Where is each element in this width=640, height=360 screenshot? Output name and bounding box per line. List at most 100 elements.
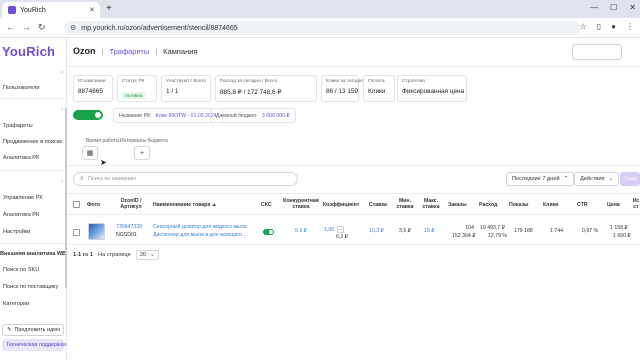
col-max-bid[interactable]: Макс. ставка — [419, 198, 443, 211]
breadcrumb-stencils[interactable]: Трафареты — [109, 47, 149, 56]
url-field[interactable]: ⚙ mp.yourich.ru/ozon/advertisement/stenc… — [64, 21, 580, 35]
bookmark-star-icon[interactable]: ☆ — [580, 22, 587, 31]
sidebar-item-supplier-search[interactable]: Поиск по поставщику — [3, 284, 58, 290]
col-orders[interactable]: Заказы — [448, 202, 467, 208]
profile-icon[interactable]: ● — [611, 22, 616, 31]
per-page-label: На странице — [98, 252, 131, 258]
row-divider — [67, 244, 640, 245]
sidebar-item-stencils[interactable]: Трафареты — [3, 123, 33, 129]
select-all-checkbox[interactable] — [73, 201, 80, 208]
new-tab-button[interactable]: + — [106, 3, 112, 14]
sidebar-divider — [0, 243, 66, 244]
col-name[interactable]: Наименование товара ▲ — [153, 202, 217, 208]
col-sku[interactable]: OzonID / Артикул — [117, 198, 145, 211]
daily-budget-chip: Дневной бюджет: 3 000 000 ₽ — [210, 108, 296, 123]
period-select[interactable]: Последние 7 дней ⌃ — [506, 172, 575, 186]
chevron-up-icon[interactable]: ⌃ — [60, 180, 64, 186]
maximize-button[interactable]: ☐ — [610, 3, 617, 12]
chevron-down-icon: ⌄ — [150, 252, 155, 258]
suggest-idea-button[interactable]: ✎ Предложить идею — [2, 324, 64, 336]
col-clicks[interactable]: Клики — [543, 202, 558, 208]
card-payment: Оплата Клики — [363, 75, 395, 102]
chevron-up-icon[interactable]: ⌃ — [60, 108, 64, 114]
col-last[interactable]: Ис ст — [631, 198, 640, 211]
status-badge: Активна — [122, 92, 146, 99]
search-box[interactable]: ⚲ — [73, 172, 298, 186]
ctr-value: 0,97 % — [582, 228, 599, 234]
reload-icon[interactable]: ↻ — [38, 22, 46, 33]
card-label: Участвуют / Всего — [166, 79, 206, 84]
col-spend[interactable]: Расход — [479, 202, 497, 208]
tab-title: YouRich — [20, 6, 46, 14]
back-icon[interactable]: ← — [6, 22, 15, 32]
header-divider — [67, 66, 640, 67]
daily-budget-value[interactable]: 3 000 000 ₽ — [262, 113, 290, 119]
coefficient-value[interactable]: 1,05 — [324, 227, 334, 233]
sidepanel-icon[interactable]: ▯ — [597, 22, 601, 31]
card-spend: Расход за сегодня / Всего 885,8 ₽ / 172 … — [215, 75, 317, 102]
minimize-button[interactable]: — — [590, 3, 598, 12]
ozon-id-link[interactable]: 730947339 — [116, 224, 142, 230]
col-coefficient[interactable]: Коэффициент — [323, 202, 359, 208]
sidebar-item-analytics[interactable]: Аналитика РК — [3, 155, 39, 161]
sidebar-item-settings[interactable]: Настройки — [3, 229, 30, 235]
card-label: Статус РК — [122, 79, 145, 84]
competitive-bid-value[interactable]: 5,9 ₽ — [295, 228, 307, 234]
col-ctr[interactable]: CTR — [577, 202, 588, 208]
col-cks[interactable]: СКС — [261, 202, 272, 208]
campaign-name-value[interactable]: Клик 30ОТW · 01.03.2024 — [156, 113, 217, 119]
campaign-active-toggle[interactable] — [73, 110, 103, 120]
price-sub: 1 650 ₽ — [613, 233, 631, 239]
max-bid-value[interactable]: 15 ₽ — [424, 228, 435, 234]
chevron-up-icon[interactable]: ⌃ — [60, 71, 64, 77]
browser-tab[interactable]: YouRich ✕ — [2, 2, 100, 18]
card-status: Статус РК Активна — [117, 75, 157, 102]
product-thumbnail[interactable] — [88, 223, 105, 240]
site-info-icon[interactable]: ⚙ — [70, 24, 76, 32]
product-name-line1[interactable]: Сенсорный дозатор для жидкого мыла — [153, 224, 247, 230]
add-interval-button[interactable]: + — [134, 146, 150, 160]
forward-icon[interactable]: → — [22, 22, 31, 32]
sidebar-item-users[interactable]: Пользователи — [3, 85, 40, 91]
menu-icon[interactable]: ⋮ — [626, 22, 634, 31]
campaign-name-label: Название РК: — [119, 112, 152, 119]
sidebar-section-wb[interactable]: Внешняя аналитика WB — [0, 251, 66, 257]
cks-toggle[interactable] — [263, 229, 274, 235]
app-logo[interactable]: YouRich — [2, 44, 55, 59]
orders-sub: 152 364 ₽ — [452, 233, 476, 239]
account-select[interactable] — [572, 44, 622, 60]
sidebar-divider — [0, 170, 66, 171]
col-competitive-bid[interactable]: Конкурентная ставка — [281, 198, 321, 211]
sidebar-item-search-promo[interactable]: Продвижение в поиске — [3, 139, 62, 145]
support-button[interactable]: Техническая поддержка — [2, 339, 66, 351]
card-value: 8874665 — [78, 88, 103, 95]
sidebar-item-sku-search[interactable]: Поиск по SKU — [3, 267, 39, 273]
col-min-bid[interactable]: Мин. ставка — [393, 198, 417, 211]
card-participants: Участвуют / Всего 1 / 1 — [161, 75, 211, 102]
spend-sub: 12,79 % — [488, 233, 508, 239]
calendar-button[interactable]: ▦ — [82, 146, 98, 160]
card-value: 86 / 13 159 — [326, 88, 358, 95]
actions-label: Действия — [580, 176, 605, 182]
col-price[interactable]: Цена — [607, 202, 620, 208]
save-button[interactable]: Сохр — [620, 172, 640, 186]
bid-value[interactable]: 10,3 ₽ — [369, 228, 384, 234]
sidebar-item-categories[interactable]: Категории — [3, 301, 29, 307]
row-checkbox[interactable] — [73, 229, 80, 236]
per-page-select[interactable]: 20 ⌄ — [135, 250, 159, 260]
minus-icon[interactable]: − — [337, 226, 345, 233]
per-page-value: 20 — [139, 252, 147, 258]
pager-range: 1-1 — [73, 252, 82, 258]
close-tab-icon[interactable]: ✕ — [89, 6, 95, 14]
address-bar: ← → ↻ ⚙ mp.yourich.ru/ozon/advertisement… — [0, 18, 640, 38]
search-input[interactable] — [87, 176, 278, 182]
sidebar-item-analytics-2[interactable]: Аналитика РК — [3, 212, 39, 218]
plus-icon: + — [139, 149, 145, 157]
actions-dropdown[interactable]: Действия ⌄ — [574, 172, 620, 186]
col-bid[interactable]: Ставка — [369, 202, 387, 208]
sidebar-item-manage[interactable]: Управление РК — [3, 195, 43, 201]
close-window-button[interactable]: ✕ — [629, 3, 636, 12]
product-name-line2[interactable]: Диспенсер для мыла и для моющего... — [153, 232, 246, 238]
col-views[interactable]: Показы — [509, 202, 528, 208]
coefficient-stepper[interactable]: 1,05 − — [324, 225, 354, 234]
